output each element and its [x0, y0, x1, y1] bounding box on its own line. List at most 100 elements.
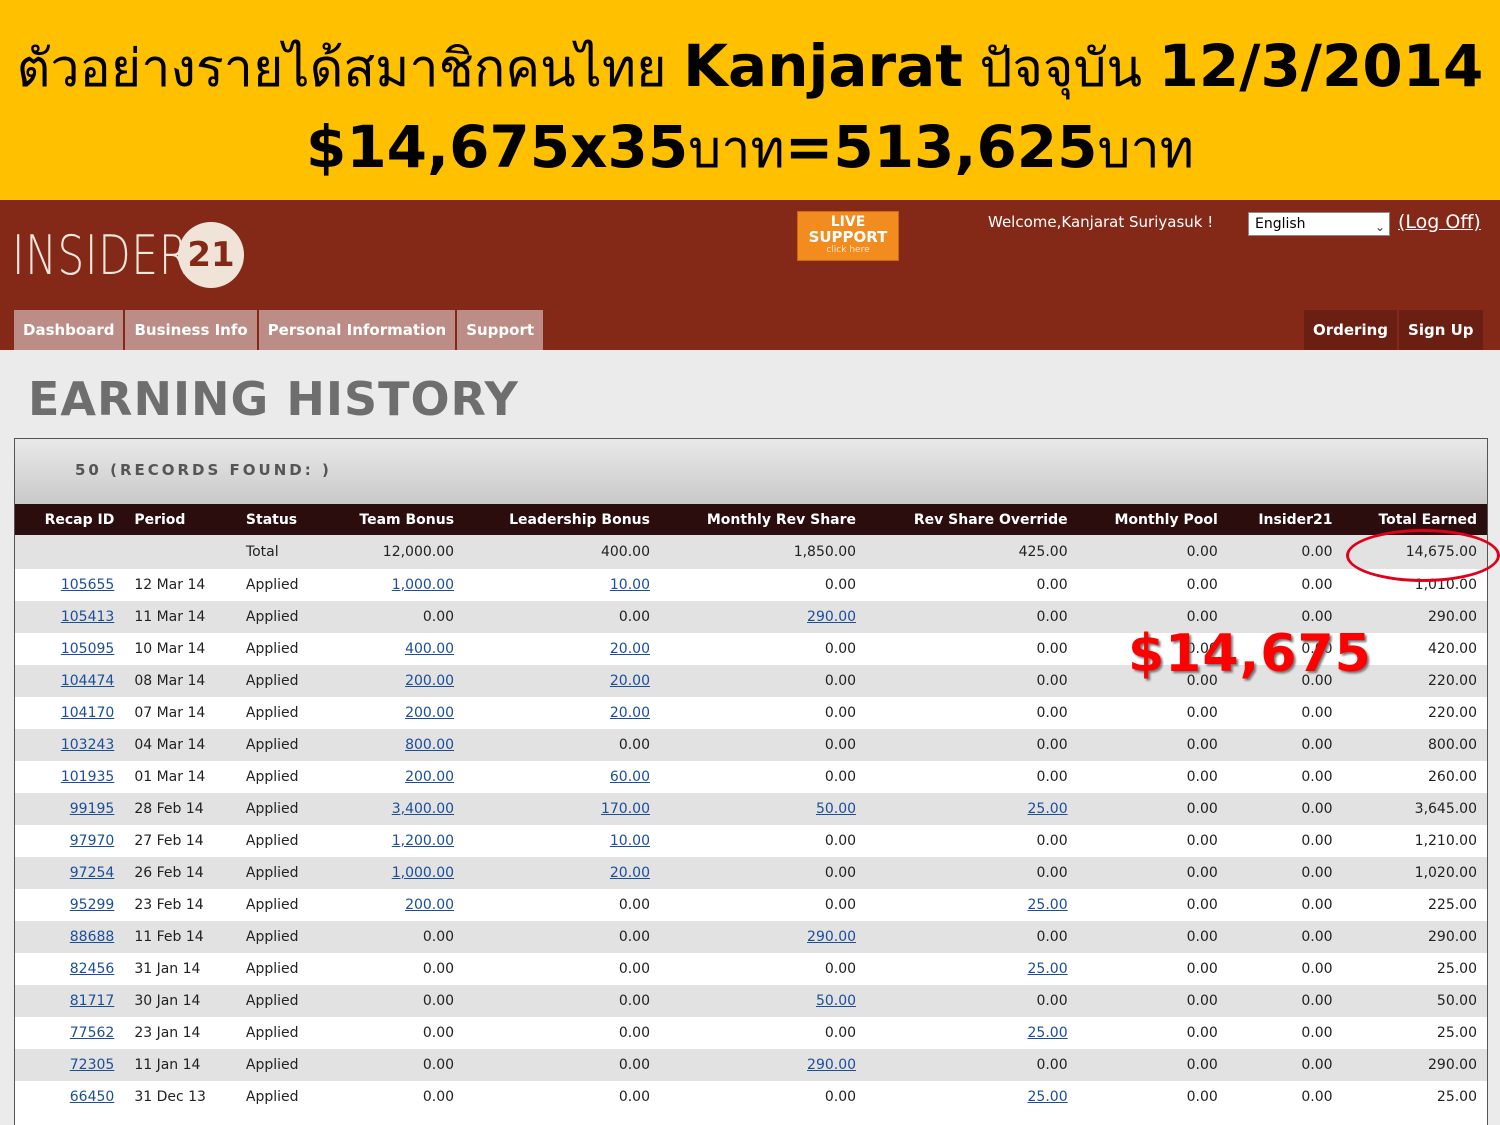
cell-monthly-pool: 0.00: [1186, 897, 1218, 913]
records-header: 50 (RECORDS FOUND: ): [15, 439, 1487, 504]
recap-id-link[interactable]: 72305: [70, 1057, 115, 1073]
cell-total-earned: 220.00: [1428, 705, 1477, 721]
recap-id-link[interactable]: 105655: [61, 577, 114, 593]
language-select[interactable]: English ⌄: [1248, 212, 1390, 236]
cell-rev-share-override: 0.00: [1036, 737, 1068, 753]
cell-team-bonus: 0.00: [422, 929, 455, 945]
amount-link[interactable]: 400.00: [405, 641, 454, 657]
nav-support[interactable]: Support: [457, 310, 544, 350]
cell-monthly-pool: 0.00: [1186, 1057, 1218, 1073]
amount-link[interactable]: 20.00: [610, 705, 650, 721]
table-row: 103243 04 Mar 14 Applied 800.00 0.00 0.00 0.00…: [15, 729, 1487, 761]
cell-team-bonus: 800.00: [324, 729, 464, 761]
amount-link[interactable]: 20.00: [610, 865, 650, 881]
cell-leadership-bonus: 0.00: [618, 929, 650, 945]
cell-rev-share-override: 25.00: [866, 793, 1078, 825]
cell-total-earned: 3,645.00: [1414, 801, 1477, 817]
cell-recap-id: 88688: [15, 921, 124, 953]
cell-insider21: 0.00: [1301, 865, 1333, 881]
recap-id-link[interactable]: 105413: [61, 609, 114, 625]
amount-link[interactable]: 200.00: [405, 705, 454, 721]
amount-link[interactable]: 290.00: [807, 1057, 856, 1073]
cell-monthly-rev-share: 0.00: [824, 673, 857, 689]
recap-id-link[interactable]: 99195: [70, 801, 115, 817]
recap-id-link[interactable]: 101935: [61, 769, 114, 785]
cell-recap-id: 72305: [15, 1049, 124, 1081]
cell-recap-id: 99195: [15, 793, 124, 825]
amount-link[interactable]: 200.00: [405, 673, 454, 689]
cell-rev-share-override: 25.00: [866, 889, 1078, 921]
live-support-button[interactable]: LIVE SUPPORT click here: [797, 211, 899, 261]
amount-link[interactable]: 25.00: [1028, 897, 1068, 913]
cell-insider21: 0.00: [1301, 544, 1333, 560]
recap-id-link[interactable]: 105095: [61, 641, 114, 657]
amount-link[interactable]: 200.00: [405, 897, 454, 913]
recap-id-link[interactable]: 97254: [70, 865, 115, 881]
recap-id-link[interactable]: 82456: [70, 961, 115, 977]
amount-link[interactable]: 25.00: [1028, 961, 1068, 977]
recap-id-link[interactable]: 104170: [61, 705, 114, 721]
cell-total-earned: 260.00: [1428, 769, 1477, 785]
cell-rev-share-override: 0.00: [1036, 673, 1068, 689]
amount-link[interactable]: 290.00: [807, 609, 856, 625]
amount-link[interactable]: 200.00: [405, 769, 454, 785]
col-header-team-bonus: Team Bonus: [359, 511, 455, 528]
nav-dashboard[interactable]: Dashboard: [14, 310, 124, 350]
nav-personal-information[interactable]: Personal Information: [258, 310, 456, 350]
amount-link[interactable]: 1,200.00: [392, 833, 454, 849]
nav-sign-up[interactable]: Sign Up: [1399, 310, 1483, 350]
cell-team-bonus: 0.00: [422, 1057, 455, 1073]
amount-link[interactable]: 800.00: [405, 737, 454, 753]
recap-id-link[interactable]: 97970: [70, 833, 115, 849]
amount-link[interactable]: 25.00: [1028, 801, 1068, 817]
cell-leadership-bonus: 400.00: [600, 544, 650, 560]
cell-period: 04 Mar 14: [134, 737, 206, 753]
amount-link[interactable]: 25.00: [1028, 1025, 1068, 1041]
amount-link[interactable]: 50.00: [816, 801, 856, 817]
cell-monthly-rev-share: 0.00: [824, 737, 857, 753]
recap-id-link[interactable]: 103243: [61, 737, 114, 753]
cell-total-earned: 25.00: [1436, 1025, 1477, 1041]
amount-link[interactable]: 3,400.00: [392, 801, 454, 817]
cell-rev-share-override: 0.00: [1036, 705, 1068, 721]
recap-id-link[interactable]: 66450: [70, 1089, 115, 1105]
cell-leadership-bonus: 20.00: [464, 697, 660, 729]
amount-link[interactable]: 20.00: [610, 641, 650, 657]
recap-id-link[interactable]: 88688: [70, 929, 115, 945]
cell-team-bonus: 0.00: [422, 993, 455, 1009]
recap-id-link[interactable]: 104474: [61, 673, 114, 689]
cell-monthly-rev-share: 0.00: [824, 1025, 857, 1041]
cell-rev-share-override: 0.00: [1036, 641, 1068, 657]
col-header-status: Status: [245, 511, 298, 528]
amount-link[interactable]: 50.00: [816, 993, 856, 1009]
amount-link[interactable]: 25.00: [1028, 1089, 1068, 1105]
amount-link[interactable]: 10.00: [610, 833, 650, 849]
cell-recap-id: 101935: [15, 761, 124, 793]
cell-status: Applied: [245, 577, 299, 593]
cell-total-earned: 1,210.00: [1414, 833, 1477, 849]
nav-business-info[interactable]: Business Info: [125, 310, 257, 350]
insider21-logo[interactable]: INSIDER 21: [12, 222, 244, 288]
live-support-line3: click here: [826, 245, 870, 255]
live-support-line2: SUPPORT: [808, 228, 888, 246]
cell-leadership-bonus: 10.00: [464, 569, 660, 601]
cell-monthly-rev-share: 290.00: [660, 1049, 866, 1081]
nav-ordering[interactable]: Ordering: [1304, 310, 1398, 350]
cell-monthly-pool: 0.00: [1186, 929, 1218, 945]
recap-id-link[interactable]: 95299: [70, 897, 115, 913]
amount-link[interactable]: 1,000.00: [392, 577, 454, 593]
recap-id-link[interactable]: 77562: [70, 1025, 115, 1041]
cell-recap-id: [15, 535, 124, 569]
logoff-link[interactable]: (Log Off): [1398, 208, 1481, 236]
amount-link[interactable]: 60.00: [610, 769, 650, 785]
amount-link[interactable]: 170.00: [601, 801, 650, 817]
cell-leadership-bonus: 0.00: [618, 897, 650, 913]
amount-link[interactable]: 290.00: [807, 929, 856, 945]
cell-leadership-bonus: 0.00: [618, 737, 650, 753]
earning-history-table: Recap ID Period Status Team Bonus Leadership…: [15, 504, 1487, 1113]
amount-link[interactable]: 10.00: [610, 577, 650, 593]
amount-link[interactable]: 20.00: [610, 673, 650, 689]
cell-status: Applied: [245, 1057, 299, 1073]
recap-id-link[interactable]: 81717: [70, 993, 115, 1009]
amount-link[interactable]: 1,000.00: [392, 865, 454, 881]
